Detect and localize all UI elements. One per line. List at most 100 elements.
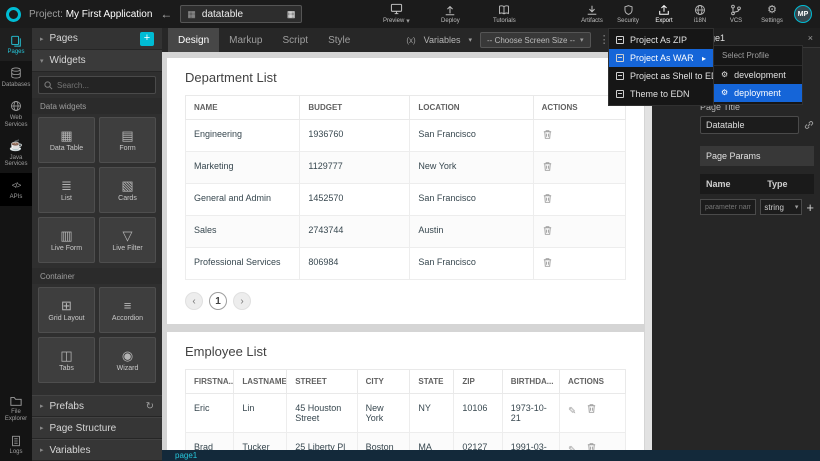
sidebar-item-apis[interactable]: </> APIs <box>0 173 32 206</box>
sidebar-item-logs[interactable]: Logs <box>0 428 32 461</box>
preview-button[interactable]: Preview▾ <box>382 3 410 25</box>
delete-row-icon[interactable] <box>542 161 553 172</box>
prefabs-section-header[interactable]: ▸ Prefabs ↻ <box>32 395 162 417</box>
security-button[interactable]: Security <box>614 4 642 24</box>
widget-tile-data-table[interactable]: ▦ Data Table <box>38 117 95 163</box>
page-params-header[interactable]: Page Params <box>700 146 814 166</box>
widget-tile-accordion[interactable]: ≡ Accordion <box>99 287 156 333</box>
tab-script[interactable]: Script <box>273 28 319 52</box>
cell-budget: 1452570 <box>300 184 410 216</box>
widget-tile-live-form[interactable]: ▥ Live Form <box>38 217 95 263</box>
refresh-icon[interactable]: ↻ <box>146 401 154 412</box>
cell-budget: 1129777 <box>300 152 410 184</box>
column-header-lastname[interactable]: LASTNAME <box>234 370 287 394</box>
page-title-input[interactable] <box>700 116 799 134</box>
pagination-next-button[interactable]: › <box>233 292 251 310</box>
column-header-city[interactable]: CITY <box>357 370 410 394</box>
settings-button[interactable]: ⚙ Settings <box>758 4 786 24</box>
artifacts-button[interactable]: Artifacts <box>578 4 606 24</box>
menu-item-project-as-war[interactable]: Project As WAR ▸ <box>609 49 713 67</box>
param-type-select[interactable]: string ▾ <box>760 199 802 215</box>
sidebar-item-java-services[interactable]: ☕ Java Services <box>0 134 32 174</box>
menu-item-project-as-zip[interactable]: Project As ZIP <box>609 31 713 49</box>
add-page-button[interactable]: + <box>140 32 154 46</box>
menu-item-development-profile[interactable]: ⚙ development <box>714 66 802 84</box>
sidebar-item-file-explorer[interactable]: File Explorer <box>0 388 32 428</box>
table-row[interactable]: Marketing 1129777 New York <box>186 152 626 184</box>
menu-item-theme-to-edn[interactable]: Theme to EDN <box>609 85 713 103</box>
deploy-button[interactable]: Deploy <box>436 3 464 25</box>
param-name-input[interactable] <box>700 199 756 215</box>
table-row[interactable]: Eric Lin 45 Houston Street New York NY 1… <box>186 394 626 433</box>
column-header-street[interactable]: STREET <box>287 370 357 394</box>
pagination-prev-button[interactable]: ‹ <box>185 292 203 310</box>
widgets-section-header[interactable]: ▾ Widgets <box>32 50 162 72</box>
delete-row-icon[interactable] <box>542 193 553 204</box>
delete-row-icon[interactable] <box>586 442 597 450</box>
column-header-actions[interactable]: ACTIONS <box>559 370 625 394</box>
page-selector[interactable]: ▦ datatable ▦ <box>180 5 302 23</box>
widget-tile-list[interactable]: ≣ List <box>38 167 95 213</box>
widget-tile-live-filter[interactable]: ▽ Live Filter <box>99 217 156 263</box>
tab-markup[interactable]: Markup <box>219 28 272 52</box>
sidebar-item-pages[interactable]: Pages <box>0 28 32 61</box>
column-header-budget[interactable]: BUDGET <box>300 96 410 120</box>
pages-section-header[interactable]: ▸ Pages + <box>32 28 162 50</box>
column-header-zip[interactable]: ZIP <box>454 370 502 394</box>
sidebar-item-databases[interactable]: Databases <box>0 61 32 94</box>
menu-item-deployment-profile[interactable]: ⚙ deployment <box>714 84 802 102</box>
widget-search[interactable] <box>38 76 156 94</box>
widget-tile-wizard[interactable]: ◉ Wizard <box>99 337 156 383</box>
vcs-button[interactable]: VCS <box>722 4 750 24</box>
widget-tile-label: Form <box>119 145 135 152</box>
delete-row-icon[interactable] <box>542 129 553 140</box>
delete-row-icon[interactable] <box>542 257 553 268</box>
add-param-button[interactable]: + <box>806 201 814 214</box>
pages-grid-icon[interactable]: ▦ <box>287 10 296 19</box>
canvas-viewport: Department List NAME BUDGET LOCATION ACT… <box>162 52 645 450</box>
department-list-card[interactable]: Department List NAME BUDGET LOCATION ACT… <box>167 58 644 324</box>
column-header-state[interactable]: STATE <box>410 370 454 394</box>
security-label: Security <box>617 18 639 24</box>
delete-row-icon[interactable] <box>586 403 597 414</box>
delete-row-icon[interactable] <box>542 225 553 236</box>
table-row[interactable]: Sales 2743744 Austin <box>186 216 626 248</box>
column-header-birthdate[interactable]: BIRTHDA... <box>502 370 559 394</box>
tab-design[interactable]: Design <box>168 28 219 52</box>
widget-tile-grid-layout[interactable]: ⊞ Grid Layout <box>38 287 95 333</box>
table-row[interactable]: Brad Tucker 25 Liberty Pl Boston MA 0212… <box>186 433 626 451</box>
widget-tile-cards[interactable]: ▧ Cards <box>99 167 156 213</box>
back-arrow-icon[interactable]: ← <box>160 8 172 20</box>
table-row[interactable]: Engineering 1936760 San Francisco <box>186 120 626 152</box>
cell-firstname: Brad <box>186 433 234 451</box>
edit-row-icon[interactable]: ✎ <box>568 407 576 417</box>
sidebar-item-web-services[interactable]: Web Services <box>0 94 32 134</box>
variables-section-header[interactable]: ▸ Variables <box>32 439 162 461</box>
column-header-name[interactable]: NAME <box>186 96 300 120</box>
pagination-page-1[interactable]: 1 <box>209 292 227 310</box>
variables-dropdown[interactable]: Variables <box>424 35 461 45</box>
tab-style[interactable]: Style <box>318 28 360 52</box>
page-structure-section-header[interactable]: ▸ Page Structure <box>32 417 162 439</box>
close-icon[interactable]: × <box>808 33 813 43</box>
app-logo-icon[interactable] <box>6 7 21 22</box>
widget-tile-tabs[interactable]: ◫ Tabs <box>38 337 95 383</box>
avatar[interactable]: MP <box>794 5 812 23</box>
tutorials-button[interactable]: Tutorials <box>490 3 518 25</box>
statusbar-page-tab[interactable]: page1 <box>175 452 197 460</box>
chevron-down-icon[interactable]: ▾ <box>469 36 473 44</box>
search-input[interactable] <box>57 81 150 90</box>
link-icon[interactable] <box>804 120 814 130</box>
table-row[interactable]: General and Admin 1452570 San Francisco <box>186 184 626 216</box>
export-button[interactable]: Export <box>650 4 678 24</box>
i18n-button[interactable]: i18N <box>686 4 714 24</box>
widget-tile-form[interactable]: ▤ Form <box>99 117 156 163</box>
canvas-scrollbar[interactable] <box>645 52 652 450</box>
chevron-down-icon[interactable]: ▾ <box>406 17 410 25</box>
screen-size-select[interactable]: -- Choose Screen Size -- ▾ <box>480 32 591 48</box>
column-header-firstname[interactable]: FIRSTNA... <box>186 370 234 394</box>
employee-list-card[interactable]: Employee List FIRSTNA... LASTNAME STREET… <box>167 332 644 450</box>
table-row[interactable]: Professional Services 806984 San Francis… <box>186 248 626 280</box>
menu-item-project-as-shell-to-edn[interactable]: Project as Shell to EDN <box>609 67 713 85</box>
column-header-location[interactable]: LOCATION <box>410 96 533 120</box>
